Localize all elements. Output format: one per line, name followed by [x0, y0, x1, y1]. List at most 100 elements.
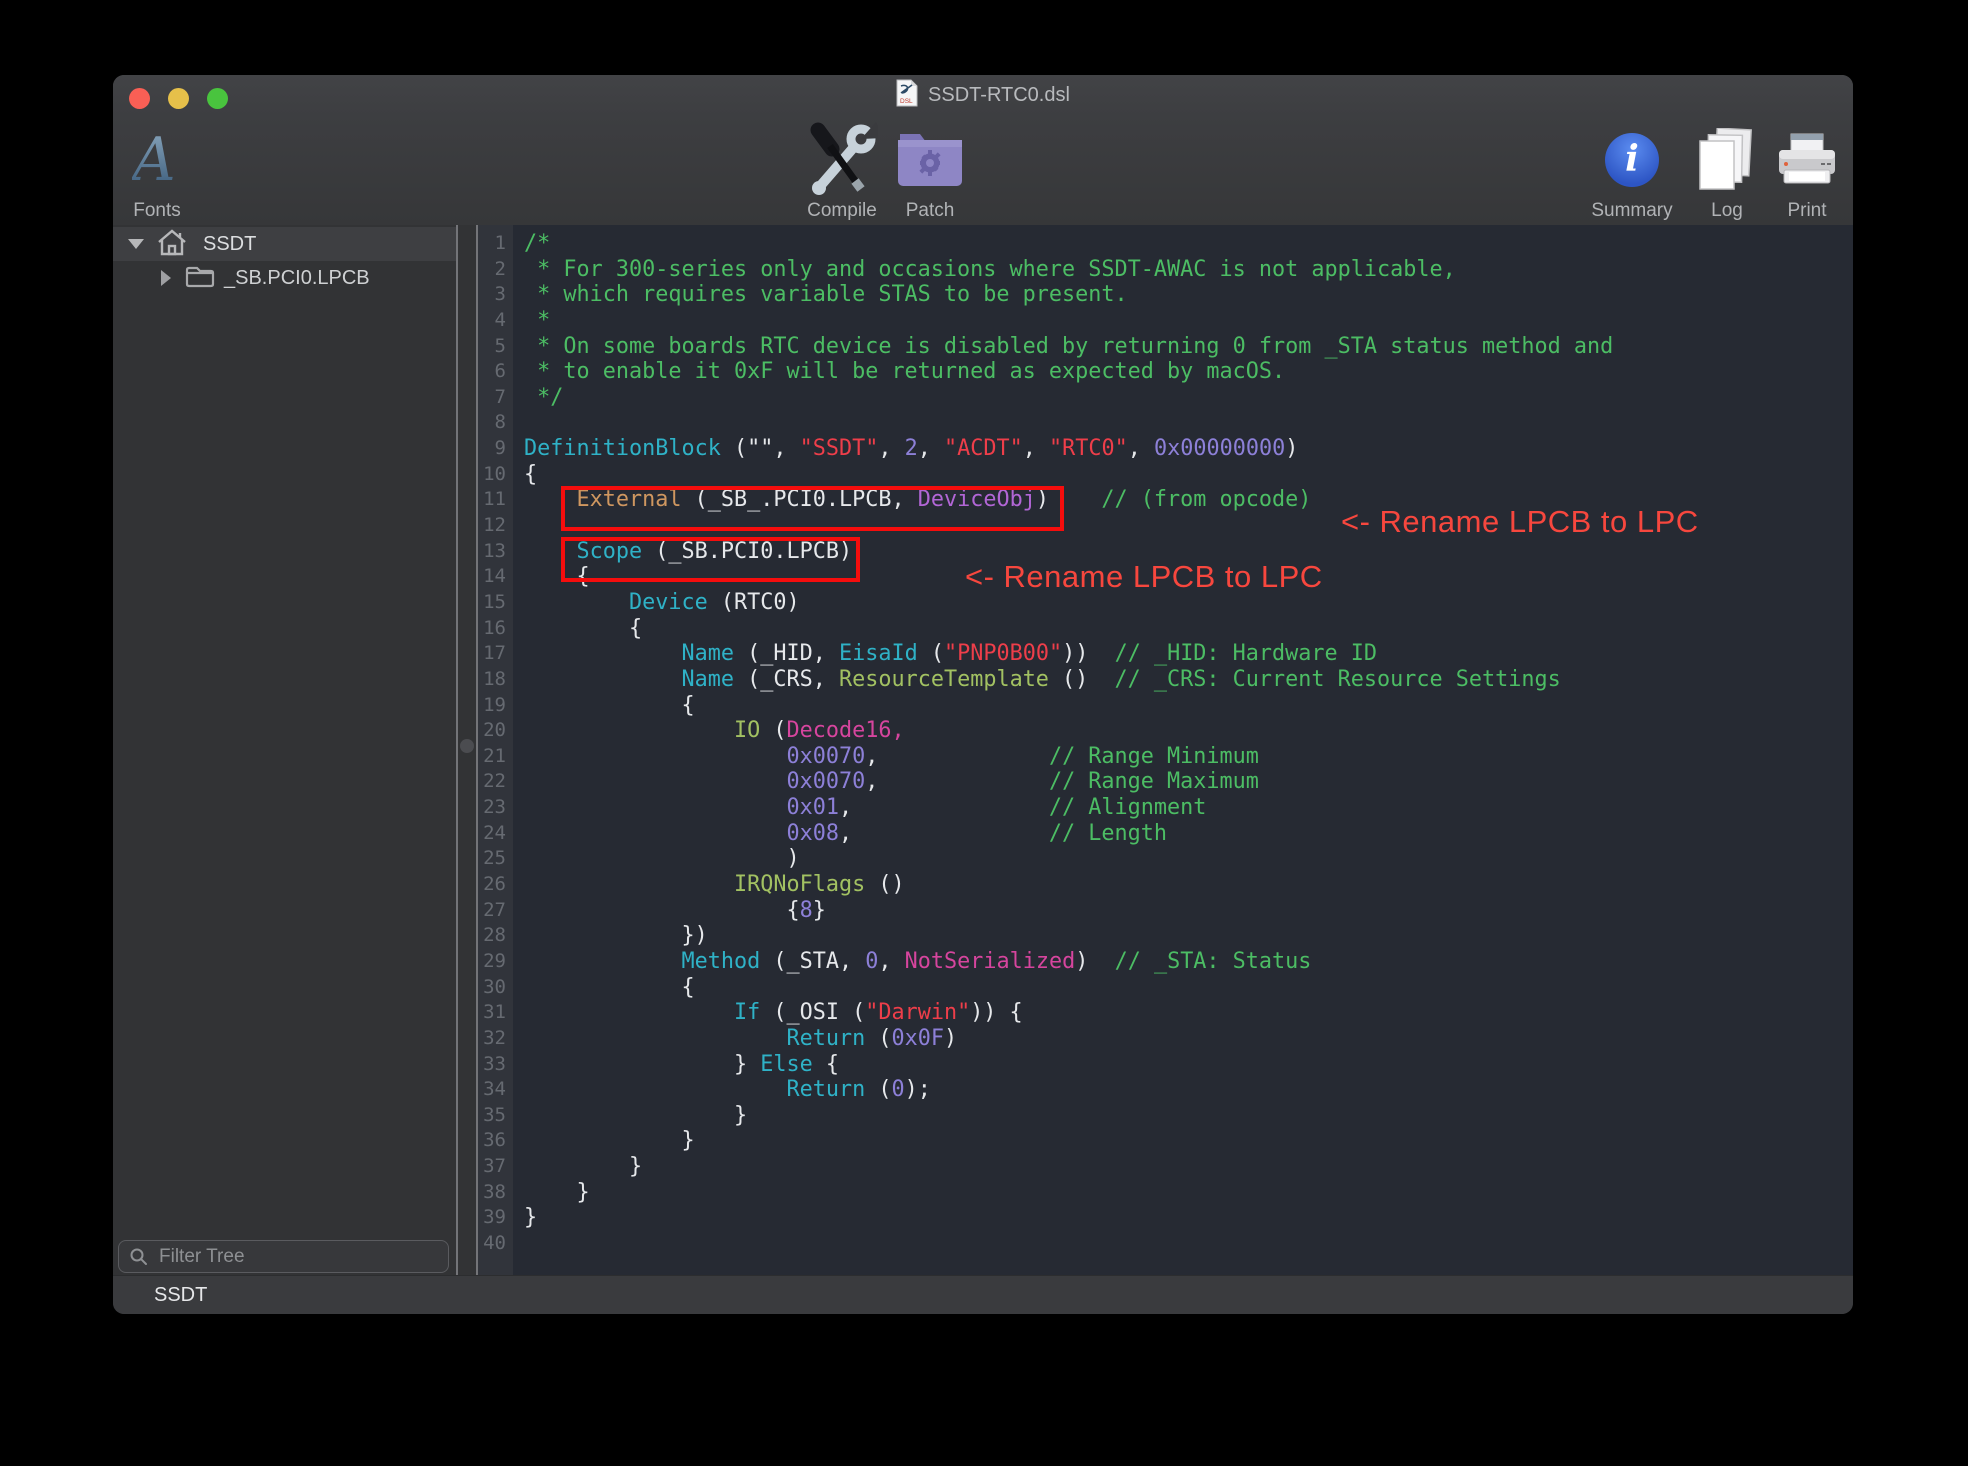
- toolbar-label: Patch: [906, 199, 955, 223]
- sidebar-item-ssdt[interactable]: SSDT: [113, 227, 456, 261]
- code-line[interactable]: /*: [524, 231, 1853, 257]
- code-line[interactable]: 0x08, // Length: [524, 821, 1853, 847]
- code-line[interactable]: If (_OSI ("Darwin")) {: [524, 1000, 1853, 1026]
- code-line[interactable]: * For 300-series only and occasions wher…: [524, 257, 1853, 283]
- code-line[interactable]: {: [524, 462, 1853, 488]
- sidebar-item-sb-pci0-lpcb[interactable]: _SB.PCI0.LPCB: [113, 261, 456, 295]
- toolbar-item-patch[interactable]: Patch: [855, 117, 1005, 223]
- title-group: DSL SSDT-RTC0.dsl: [113, 75, 1853, 115]
- line-number: 18: [478, 667, 513, 693]
- search-icon: [129, 1247, 149, 1267]
- line-number: 28: [478, 923, 513, 949]
- code-line[interactable]: Method (_STA, 0, NotSerialized) // _STA:…: [524, 949, 1853, 975]
- code-line[interactable]: {8}: [524, 898, 1853, 924]
- line-number: 8: [478, 410, 513, 436]
- code-line[interactable]: }: [524, 1103, 1853, 1129]
- line-number: 38: [478, 1180, 513, 1206]
- code-line[interactable]: IO (Decode16,: [524, 718, 1853, 744]
- line-number: 10: [478, 462, 513, 488]
- code-line[interactable]: [524, 410, 1853, 436]
- code-line[interactable]: *: [524, 308, 1853, 334]
- line-number: 36: [478, 1128, 513, 1154]
- toolbar-label: Fonts: [133, 199, 181, 223]
- code-line[interactable]: Name (_CRS, ResourceTemplate () // _CRS:…: [524, 667, 1853, 693]
- line-number: 23: [478, 795, 513, 821]
- line-number: 2: [478, 257, 513, 283]
- line-number: 3: [478, 282, 513, 308]
- code-line[interactable]: {: [524, 564, 1853, 590]
- code-line[interactable]: {: [524, 975, 1853, 1001]
- code-line[interactable]: 0x0070, // Range Minimum: [524, 744, 1853, 770]
- code-line[interactable]: * to enable it 0xF will be returned as e…: [524, 359, 1853, 385]
- line-number: 29: [478, 949, 513, 975]
- line-number: 34: [478, 1077, 513, 1103]
- toolbar-item-print[interactable]: Print: [1732, 117, 1853, 223]
- line-number: 32: [478, 1026, 513, 1052]
- code-line[interactable]: IRQNoFlags (): [524, 872, 1853, 898]
- code-line[interactable]: Device (RTC0): [524, 590, 1853, 616]
- code-line[interactable]: External (_SB_.PCI0.LPCB, DeviceObj) // …: [524, 487, 1853, 513]
- svg-text:DSL: DSL: [900, 98, 913, 105]
- code-editor[interactable]: /* * For 300-series only and occasions w…: [513, 225, 1853, 1276]
- line-number: 1: [478, 231, 513, 257]
- titlebar[interactable]: DSL SSDT-RTC0.dsl: [113, 75, 1853, 115]
- code-line[interactable]: ): [524, 846, 1853, 872]
- line-number: 27: [478, 898, 513, 924]
- line-number: 17: [478, 641, 513, 667]
- toolbar: A Fonts Compile: [113, 115, 1853, 226]
- document-icon: DSL: [896, 79, 918, 112]
- code-line[interactable]: * which requires variable STAS to be pre…: [524, 282, 1853, 308]
- code-line[interactable]: Return (0);: [524, 1077, 1853, 1103]
- line-number: 40: [478, 1231, 513, 1257]
- code-line[interactable]: }: [524, 1180, 1853, 1206]
- code-line[interactable]: Return (0x0F): [524, 1026, 1853, 1052]
- code-line[interactable]: [524, 513, 1853, 539]
- line-number: 11: [478, 487, 513, 513]
- code-line[interactable]: 0x0070, // Range Maximum: [524, 769, 1853, 795]
- line-number: 31: [478, 1000, 513, 1026]
- code-line[interactable]: }: [524, 1128, 1853, 1154]
- code-line[interactable]: }: [524, 1154, 1853, 1180]
- code-line[interactable]: {: [524, 616, 1853, 642]
- filter-tree-input[interactable]: [157, 1245, 438, 1269]
- line-number-gutter: 1234567891011121314151617181920212223242…: [478, 225, 513, 1276]
- code-line[interactable]: Scope (_SB.PCI0.LPCB): [524, 539, 1853, 565]
- code-line[interactable]: {: [524, 693, 1853, 719]
- line-number: 30: [478, 975, 513, 1001]
- sidebar-item-label: SSDT: [203, 233, 256, 256]
- code-line[interactable]: */: [524, 385, 1853, 411]
- code-line[interactable]: 0x01, // Alignment: [524, 795, 1853, 821]
- line-number: 39: [478, 1205, 513, 1231]
- code-line[interactable]: DefinitionBlock ("", "SSDT", 2, "ACDT", …: [524, 436, 1853, 462]
- filter-tree-field[interactable]: [118, 1240, 449, 1273]
- main-area: SSDT _SB.PCI0.LPCB: [113, 225, 1853, 1276]
- status-text: SSDT: [154, 1284, 207, 1307]
- disclosure-right-icon[interactable]: [161, 270, 171, 286]
- line-number: 26: [478, 872, 513, 898]
- disclosure-down-icon[interactable]: [128, 239, 144, 249]
- toolbar-label: Print: [1787, 199, 1826, 223]
- line-number: 22: [478, 769, 513, 795]
- home-icon: [156, 227, 188, 262]
- line-number: 24: [478, 821, 513, 847]
- code-line[interactable]: }): [524, 923, 1853, 949]
- code-line[interactable]: Name (_HID, EisaId ("PNP0B00")) // _HID:…: [524, 641, 1853, 667]
- code-line[interactable]: [524, 1231, 1853, 1257]
- print-printer-icon: [1778, 121, 1836, 199]
- window-title: SSDT-RTC0.dsl: [928, 84, 1070, 107]
- code-line[interactable]: * On some boards RTC device is disabled …: [524, 334, 1853, 360]
- line-number: 13: [478, 539, 513, 565]
- pane-splitter[interactable]: [456, 225, 478, 1276]
- line-number: 15: [478, 590, 513, 616]
- line-number: 33: [478, 1052, 513, 1078]
- toolbar-item-fonts[interactable]: A Fonts: [113, 117, 232, 223]
- splitter-handle-dot[interactable]: [460, 739, 474, 753]
- line-number: 21: [478, 744, 513, 770]
- fonts-a-icon: A: [132, 121, 181, 199]
- line-number: 35: [478, 1103, 513, 1129]
- sidebar-item-label: _SB.PCI0.LPCB: [224, 267, 370, 290]
- code-line[interactable]: }: [524, 1205, 1853, 1231]
- folder-icon: [185, 264, 215, 293]
- code-line[interactable]: } Else {: [524, 1052, 1853, 1078]
- line-number: 16: [478, 616, 513, 642]
